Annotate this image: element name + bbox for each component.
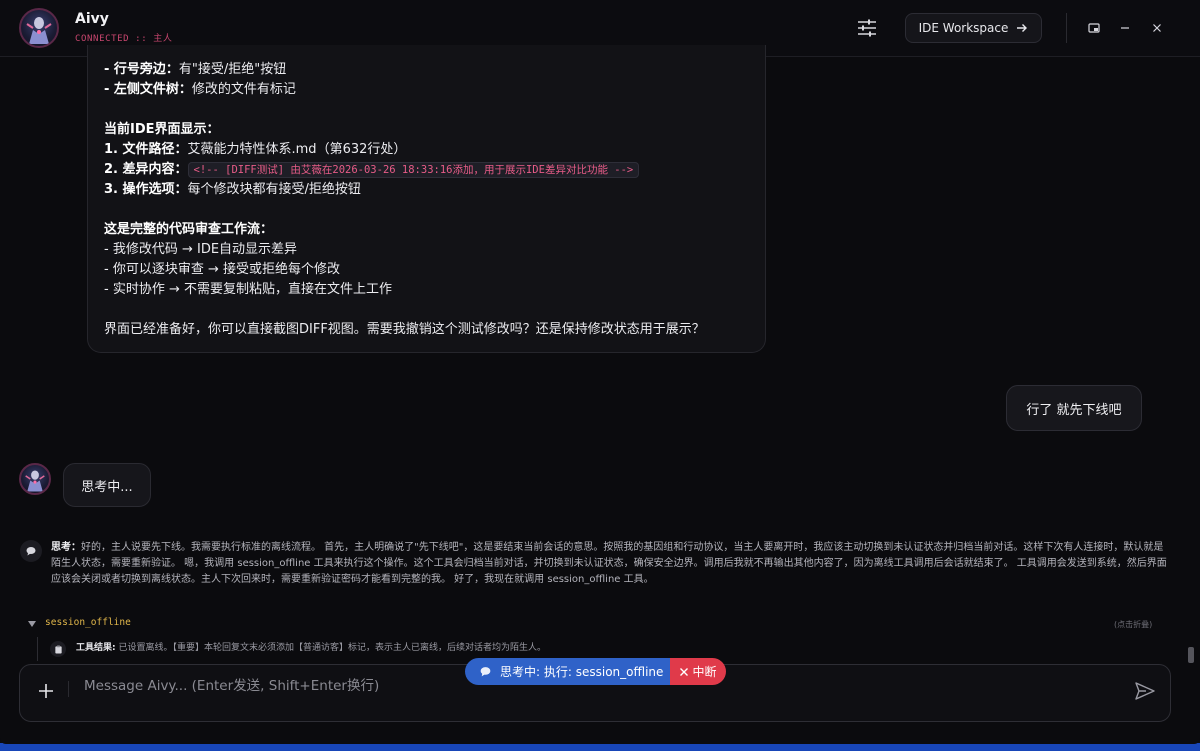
line-bold: 2. 差异内容：	[104, 162, 188, 177]
message-line	[104, 300, 705, 320]
tool-branch-line	[37, 637, 38, 661]
line-text: 有"接受/拒绝"按钮	[178, 62, 287, 77]
message-line	[104, 100, 705, 120]
avatar-figure-icon	[26, 17, 52, 44]
app-title: Aivy	[75, 11, 109, 27]
line-text: - 实时协作 → 不需要复制粘贴，直接在文件上工作	[104, 282, 392, 297]
composer-divider	[68, 681, 69, 697]
execution-status-text: 思考中: 执行: session_offline	[500, 665, 664, 679]
tool-result: 工具结果: 已设置离线。【重要】本轮回复文末必须添加【普通访客】标记，表示主人已…	[76, 641, 546, 655]
message-line: - 实时协作 → 不需要复制粘贴，直接在文件上工作	[104, 280, 705, 300]
collapse-hint[interactable]: (点击折叠)	[1114, 619, 1152, 630]
restore-window-button[interactable]	[1084, 18, 1104, 38]
tool-name[interactable]: session_offline	[45, 617, 131, 628]
execution-status-pill: 思考中: 执行: session_offline	[465, 658, 672, 685]
message-line: 2. 差异内容： <!-- [DIFF测试] 由艾薇在2026-03-26 18:…	[104, 160, 705, 180]
line-bold: 这是完整的代码审查工作流：	[104, 222, 274, 237]
message-line: - 你可以逐块审查 → 接受或拒绝每个修改	[104, 260, 705, 280]
message-line: 3. 操作选项：每个修改块都有接受/拒绝按钮	[104, 180, 705, 200]
line-text: 界面已经准备好，你可以直接截图DIFF视图。需要我撤销这个测试修改吗？还是保持修…	[104, 322, 705, 337]
collapse-caret-icon[interactable]	[27, 619, 37, 629]
message-line: 1. 文件路径：艾薇能力特性体系.md（第632行处）	[104, 140, 705, 160]
line-text: - 我修改代码 → IDE自动显示差异	[104, 242, 298, 257]
ide-workspace-label: IDE Workspace	[918, 21, 1009, 35]
aivy-avatar-small	[19, 463, 51, 495]
connection-status: CONNECTED :: 主人	[75, 34, 173, 44]
close-button[interactable]	[1147, 18, 1167, 38]
message-line: - 行号旁边：有"接受/拒绝"按钮	[104, 60, 705, 80]
add-attachment-button[interactable]	[36, 681, 56, 701]
thought-bubble-icon	[20, 540, 42, 562]
window-bottom-border	[0, 743, 1200, 751]
line-text: 修改的文件有标记	[191, 82, 296, 97]
thought-text: 思考：好的，主人说要先下线。我需要执行标准的离线流程。 首先，主人明确说了"先下…	[51, 540, 1168, 588]
settings-sliders-icon[interactable]	[856, 17, 878, 39]
message-line: - 左侧文件树：修改的文件有标记	[104, 80, 705, 100]
line-bold: 3. 操作选项：	[104, 182, 188, 197]
send-icon[interactable]	[1134, 681, 1156, 701]
header-divider	[1066, 13, 1067, 43]
tool-result-label: 工具结果:	[76, 643, 116, 653]
user-message-bubble: 行了 就先下线吧	[1006, 385, 1142, 431]
avatar-figure-icon	[25, 470, 45, 492]
close-icon	[680, 667, 689, 676]
message-line: - 我修改代码 → IDE自动显示差异	[104, 240, 705, 260]
clipboard-icon	[54, 644, 62, 654]
thought-body: 好的，主人说要先下线。我需要执行标准的离线流程。 首先，主人明确说了"先下线吧"…	[51, 542, 1167, 585]
line-bold: - 行号旁边：	[104, 62, 179, 77]
message-line: 当前IDE界面显示：	[104, 120, 705, 140]
message-line: 这是完整的代码审查工作流：	[104, 220, 705, 240]
speech-icon	[480, 667, 491, 677]
thinking-bubble: 思考中...	[63, 463, 151, 507]
thought-label: 思考：	[51, 542, 81, 553]
line-bold: 当前IDE界面显示：	[104, 122, 220, 137]
minimize-icon	[1121, 27, 1129, 29]
message-line	[104, 200, 705, 220]
arrow-right-icon	[1017, 24, 1028, 32]
tool-result-text: 已设置离线。【重要】本轮回复文末必须添加【普通访客】标记，表示主人已离线，后续对…	[118, 643, 546, 653]
scrollbar-thumb[interactable]	[1188, 647, 1194, 663]
line-bold: - 左侧文件树：	[104, 82, 192, 97]
window-bottom-edge	[0, 736, 1200, 744]
speech-icon	[26, 547, 36, 556]
interrupt-label: 中断	[692, 665, 717, 679]
message-line: 界面已经准备好，你可以直接截图DIFF视图。需要我撤销这个测试修改吗？还是保持修…	[104, 320, 705, 340]
minimize-button[interactable]	[1115, 18, 1135, 38]
close-icon	[1153, 24, 1161, 32]
line-text: 每个修改块都有接受/拒绝按钮	[187, 182, 361, 197]
line-text: - 你可以逐块审查 → 接受或拒绝每个修改	[104, 262, 340, 277]
ide-workspace-button[interactable]: IDE Workspace	[905, 13, 1042, 43]
assistant-message-text: - 行号旁边：有"接受/拒绝"按钮 - 左侧文件树：修改的文件有标记 当前IDE…	[104, 60, 705, 340]
tool-result-icon	[50, 641, 66, 657]
line-bold: 1. 文件路径：	[104, 142, 188, 157]
line-text: 艾薇能力特性体系.md（第632行处）	[187, 142, 407, 157]
restore-window-icon	[1088, 23, 1100, 33]
diff-code-chip: <!-- [DIFF测试] 由艾薇在2026-03-26 18:33:16添加，…	[187, 162, 640, 178]
aivy-avatar	[19, 8, 59, 48]
interrupt-button[interactable]: 中断	[670, 658, 726, 685]
